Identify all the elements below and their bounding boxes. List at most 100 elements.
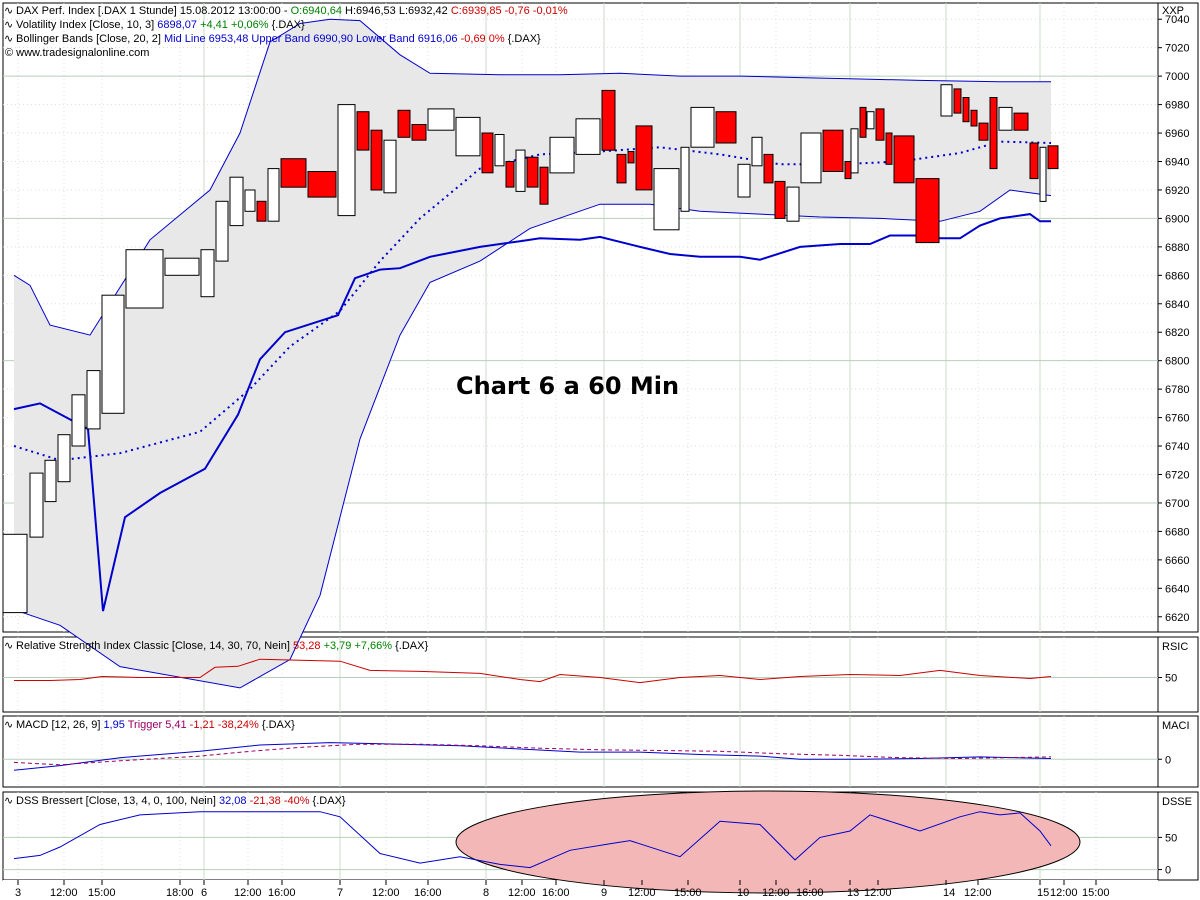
candle: [357, 112, 369, 150]
legend-text: © www.tradesignalonline.com: [5, 47, 149, 59]
price-tick-label: 6740: [1165, 441, 1189, 453]
price-tick-label: 6760: [1165, 413, 1189, 425]
highlight-ellipse: [456, 791, 1080, 893]
legend-text: Trigger 5,41: [125, 719, 187, 731]
time-tick-label: 12:00: [864, 887, 892, 899]
panel-symbol-label: DSSE: [1162, 796, 1192, 808]
candle: [823, 130, 843, 171]
legend-line: © www.tradesignalonline.com: [5, 47, 149, 59]
price-tick-label: 6640: [1165, 583, 1189, 595]
candle: [954, 89, 961, 113]
legend-text: O:6940,64: [291, 5, 342, 17]
time-tick-label: 8: [483, 887, 489, 899]
candle: [860, 107, 866, 137]
time-tick-label: 16:00: [268, 887, 296, 899]
time-tick-label: 15:00: [1082, 887, 1110, 899]
candle: [752, 137, 762, 166]
legend-text: {.DAX}: [392, 640, 428, 652]
price-tick-label: 7020: [1165, 43, 1189, 55]
candle: [1014, 113, 1028, 130]
candle: [845, 162, 851, 179]
price-tick-label: 6960: [1165, 128, 1189, 140]
legend-text: Bollinger Bands [Close, 20, 2]: [16, 33, 164, 45]
candle: [764, 154, 773, 183]
legend-text: {.DAX}: [310, 795, 346, 807]
candle: [412, 125, 426, 141]
time-tick-label: 6: [201, 887, 207, 899]
candle: [602, 90, 615, 150]
legend-text: {.DAX}: [259, 719, 295, 731]
legend-text: Mid Line 6953,48 Upper Band 6990,90 Lowe…: [164, 33, 458, 45]
time-tick-label: 12:00: [508, 887, 536, 899]
legend-text: {.DAX}: [505, 33, 541, 45]
candle: [482, 133, 493, 173]
time-tick-label: 16:00: [414, 887, 442, 899]
price-tick-label: 6860: [1165, 270, 1189, 282]
candle: [617, 154, 626, 183]
time-tick-label: 12:00: [1050, 887, 1078, 899]
time-tick-label: 12:00: [234, 887, 262, 899]
candle: [540, 167, 548, 204]
candle: [867, 112, 874, 129]
candle: [72, 395, 85, 446]
legend-text: +4,41 +0,06%: [197, 19, 269, 31]
candle: [102, 295, 124, 413]
price-tick-label: 6920: [1165, 185, 1189, 197]
time-tick-label: 12:00: [372, 887, 400, 899]
time-tick-label: 10: [737, 887, 749, 899]
legend-text: C:6939,85 -0,76 -0,01%: [451, 5, 568, 17]
candle: [576, 119, 600, 155]
legend-text: 32,08: [219, 795, 247, 807]
candle: [230, 177, 243, 225]
candle: [527, 157, 538, 187]
candle: [257, 201, 266, 221]
candle: [3, 534, 27, 612]
chart-canvas: 7040702070006980696069406920690068806860…: [0, 0, 1200, 900]
candle: [716, 112, 736, 143]
panel-symbol-label: RSIC: [1162, 641, 1188, 653]
candle: [456, 117, 480, 155]
candle: [979, 123, 988, 140]
candle: [281, 159, 306, 188]
legend-line: MACD [12, 26, 9] 1,95 Trigger 5,41 -1,21…: [16, 719, 295, 731]
legend-text: +3,79 +7,66%: [321, 640, 393, 652]
candle: [886, 133, 892, 164]
panel-tick-label: 0: [1165, 754, 1171, 766]
candle: [45, 460, 56, 501]
candle: [801, 133, 821, 183]
candle: [216, 201, 228, 261]
legend-text: Volatility Index [Close, 10, 3]: [16, 19, 157, 31]
legend-text: -1,21 -38,24%: [187, 719, 259, 731]
candle: [516, 150, 525, 191]
candle: [30, 473, 43, 537]
time-tick-label: 16:00: [542, 887, 570, 899]
candle: [398, 110, 410, 137]
time-tick-label: 14: [943, 887, 955, 899]
price-tick-label: 6700: [1165, 498, 1189, 510]
legend-text: -0,69 0%: [458, 33, 505, 45]
time-tick-label: 15:00: [674, 887, 702, 899]
time-tick-label: 7: [337, 887, 343, 899]
time-tick-label: 3: [15, 887, 21, 899]
time-tick-label: 12:00: [628, 887, 656, 899]
candle: [636, 126, 652, 190]
candle: [787, 187, 799, 221]
candle: [428, 109, 454, 130]
candle: [550, 137, 574, 173]
legend-text: Relative Strength Index Classic [Close, …: [16, 640, 293, 652]
candle: [894, 136, 914, 183]
candle: [495, 135, 504, 166]
candle: [268, 169, 279, 222]
price-tick-label: 6940: [1165, 157, 1189, 169]
panel-symbol-label: MACI: [1162, 720, 1190, 732]
candle: [941, 85, 952, 116]
price-tick-label: 6820: [1165, 327, 1189, 339]
price-tick-label: 6780: [1165, 384, 1189, 396]
candle: [126, 250, 163, 308]
candle: [971, 110, 977, 126]
candle: [654, 169, 679, 230]
legend-text: DAX Perf. Index [.DAX 1 Stunde] 15.08.20…: [16, 5, 291, 17]
candle: [165, 258, 199, 275]
time-tick-label: 9: [601, 887, 607, 899]
candle: [1040, 147, 1046, 201]
